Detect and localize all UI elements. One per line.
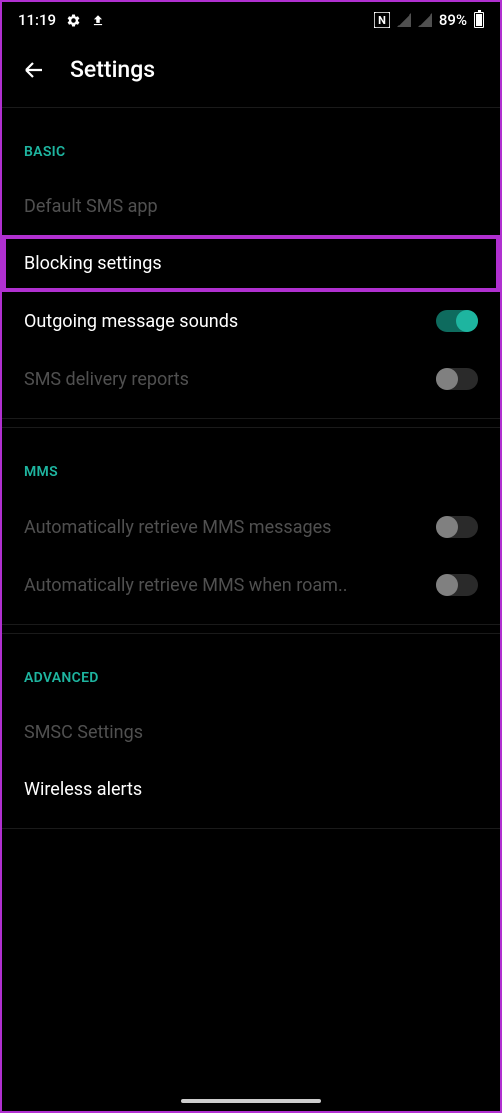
toggle-knob (436, 574, 458, 596)
section-advanced: ADVANCED SMSC Settings Wireless alerts (2, 633, 500, 829)
signal-icon-2 (418, 13, 432, 27)
nav-handle[interactable] (181, 1099, 321, 1103)
section-header-advanced: ADVANCED (2, 634, 500, 704)
status-bar: 11:19 N 89% (2, 2, 500, 38)
sms-delivery-toggle[interactable] (436, 368, 478, 390)
toggle-knob (436, 516, 458, 538)
gear-icon (66, 13, 81, 28)
auto-retrieve-mms-label: Automatically retrieve MMS messages (24, 517, 343, 538)
signal-icon-1 (397, 13, 411, 27)
auto-retrieve-roaming-toggle[interactable] (436, 574, 478, 596)
wireless-alerts-label: Wireless alerts (24, 779, 154, 800)
default-sms-app-item[interactable]: Default SMS app (2, 178, 500, 235)
page-title: Settings (70, 56, 155, 83)
auto-retrieve-mms-item[interactable]: Automatically retrieve MMS messages (2, 498, 500, 556)
blocking-settings-label: Blocking settings (24, 253, 174, 274)
sms-delivery-item[interactable]: SMS delivery reports (2, 350, 500, 408)
auto-retrieve-roaming-label: Automatically retrieve MMS when roam.. (24, 575, 359, 596)
wireless-alerts-item[interactable]: Wireless alerts (2, 761, 500, 818)
section-mms: MMS Automatically retrieve MMS messages … (2, 427, 500, 625)
upload-icon (91, 13, 105, 28)
toggle-knob (436, 368, 458, 390)
smsc-settings-label: SMSC Settings (24, 722, 155, 743)
smsc-settings-item[interactable]: SMSC Settings (2, 704, 500, 761)
sms-delivery-label: SMS delivery reports (24, 369, 201, 390)
nfc-icon: N (374, 12, 390, 28)
default-sms-app-label: Default SMS app (24, 196, 170, 217)
status-time: 11:19 (18, 11, 56, 29)
app-header: Settings (2, 38, 500, 107)
auto-retrieve-mms-toggle[interactable] (436, 516, 478, 538)
auto-retrieve-roaming-item[interactable]: Automatically retrieve MMS when roam.. (2, 556, 500, 614)
battery-icon (474, 12, 484, 28)
svg-text:N: N (378, 14, 386, 27)
outgoing-sounds-item[interactable]: Outgoing message sounds (2, 292, 500, 350)
toggle-knob (456, 310, 478, 332)
battery-percent: 89% (439, 11, 467, 29)
back-button[interactable] (22, 58, 46, 82)
outgoing-sounds-label: Outgoing message sounds (24, 311, 250, 332)
section-header-mms: MMS (2, 428, 500, 498)
blocking-settings-item[interactable]: Blocking settings (2, 235, 500, 292)
section-header-basic: BASIC (2, 108, 500, 178)
section-basic: BASIC Default SMS app Blocking settings … (2, 107, 500, 419)
outgoing-sounds-toggle[interactable] (436, 310, 478, 332)
